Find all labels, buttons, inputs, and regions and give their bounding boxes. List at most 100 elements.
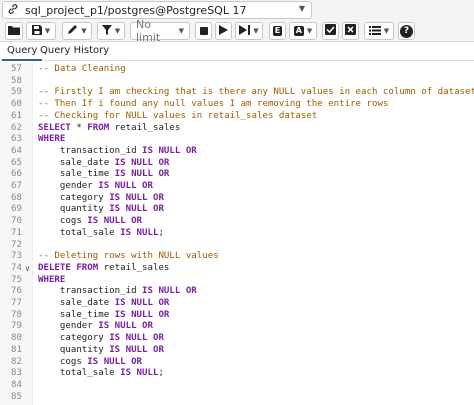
line-number: 60 <box>11 99 22 110</box>
line-number: 65 <box>11 157 22 168</box>
code-text: total_sale IS NULL; <box>38 368 164 380</box>
connection-bar: sql_project_p1/postgres@PostgreSQL 17 ▼ <box>0 0 474 20</box>
code-text: -- Deleting rows with NULL values <box>38 251 219 263</box>
sql-comment: -- Data Cleaning <box>38 64 126 74</box>
sql-comment: -- Firstly I am checking that is there a… <box>38 87 474 98</box>
sql-comment: -- Deleting rows with NULL values <box>38 251 219 262</box>
play-step-icon <box>239 24 251 38</box>
sql-text: cogs <box>38 216 88 227</box>
stop-button[interactable] <box>195 22 212 40</box>
sql-keyword: IS NULL OR <box>109 192 164 203</box>
line-number: 67 <box>11 181 22 191</box>
tab-query-history[interactable]: Query History <box>35 42 114 61</box>
connection-selector[interactable]: sql_project_p1/postgres@PostgreSQL 17 ▼ <box>2 1 312 19</box>
line-number: 66 <box>11 169 22 180</box>
code-text: sale_time IS NULL OR <box>38 309 170 322</box>
sql-keyword: IS NULL OR <box>114 298 170 308</box>
commit-icon <box>325 24 336 38</box>
code-line: 69 quantity IS NULL OR <box>0 204 474 216</box>
sql-keyword: DELETE FROM <box>38 262 99 273</box>
sql-keyword: SELECT <box>38 122 71 133</box>
chevron-down-icon: ▼ <box>81 27 87 35</box>
link-icon <box>7 3 21 18</box>
line-number: 63 <box>11 134 22 145</box>
line-number: 68 <box>11 192 22 203</box>
chevron-down-icon: ▼ <box>306 27 313 35</box>
code-line: 73 -- Deleting rows with NULL values <box>0 251 474 263</box>
save-button[interactable]: ▼ <box>26 22 56 40</box>
sql-keyword: FROM <box>87 122 110 133</box>
code-text: WHERE <box>38 275 65 287</box>
sql-keyword: IS NULL OR <box>114 157 170 168</box>
sql-keyword: IS NULL OR <box>87 216 143 227</box>
code-line: 67 gender IS NULL OR <box>0 181 474 193</box>
code-line: 82 cogs IS NULL OR <box>0 357 474 369</box>
sql-keyword: IS NULL OR <box>109 344 164 355</box>
chevron-down-icon: ▼ <box>114 27 121 35</box>
code-text: transaction_id IS NULL OR <box>38 286 197 298</box>
code-text: sale_date IS NULL OR <box>38 157 170 170</box>
code-text: -- Firstly I am checking that is there a… <box>38 87 474 99</box>
sql-text: * <box>70 122 88 133</box>
filter-button[interactable]: ▼ <box>97 22 125 40</box>
sql-text: sale_date <box>38 298 115 308</box>
help-button[interactable]: ? <box>398 22 415 40</box>
line-number: 74 <box>11 262 22 273</box>
line-number: 69 <box>11 204 22 215</box>
rollback-button[interactable] <box>342 22 359 40</box>
line-number: 70 <box>11 216 22 227</box>
line-number: 83 <box>11 368 22 379</box>
line-number: 81 <box>11 344 22 355</box>
code-line: 71 total_sale IS NULL; <box>0 228 474 240</box>
sql-text: retail_sales <box>109 122 181 133</box>
code-text: -- Then If i found any null values I am … <box>38 99 388 111</box>
sql-text: cogs <box>38 356 88 367</box>
line-number: 79 <box>11 321 22 332</box>
chevron-down-icon: ▼ <box>253 27 259 35</box>
sql-text: total_sale <box>38 227 121 238</box>
code-text: category IS NULL OR <box>38 193 164 205</box>
code-line: 76 transaction_id IS NULL OR <box>0 286 474 298</box>
code-text: sale_date IS NULL OR <box>38 298 170 310</box>
code-text: DELETE FROM retail_sales <box>38 263 169 275</box>
line-number: 77 <box>11 298 22 308</box>
chevron-down-icon: ▼ <box>44 27 51 35</box>
code-line: 77 sale_date IS NULL OR <box>0 298 474 310</box>
macros-button[interactable]: ▼ <box>364 22 394 40</box>
code-line: 83 total_sale IS NULL; <box>0 368 474 380</box>
commit-button[interactable] <box>322 22 339 40</box>
code-text: transaction_id IS NULL OR <box>38 146 197 158</box>
execute-script-button[interactable]: ▼ <box>235 22 263 40</box>
code-text: quantity IS NULL OR <box>38 345 164 357</box>
execute-button[interactable] <box>215 22 232 40</box>
sql-keyword: IS NULL <box>120 227 159 238</box>
code-text: -- Checking for NULL values in retail_sa… <box>38 111 317 123</box>
code-line: 79 gender IS NULL OR <box>0 321 474 333</box>
explain-button[interactable]: E <box>269 22 286 40</box>
code-line: 66 sale_time IS NULL OR <box>0 169 474 181</box>
fold-toggle-icon[interactable]: ∨ <box>25 263 30 275</box>
line-number: 58 <box>11 75 22 86</box>
code-line: 57 -- Data Cleaning <box>0 64 474 76</box>
code-text: category IS NULL OR <box>38 333 164 345</box>
sql-text: quantity <box>38 344 110 355</box>
edit-button[interactable]: ▼ <box>62 22 92 40</box>
line-number: 75 <box>11 274 22 285</box>
sql-text: gender <box>38 321 99 332</box>
help-icon: ? <box>400 24 413 38</box>
code-line: 59 -- Firstly I am checking that is there… <box>0 87 474 99</box>
code-line: 74 ∨ DELETE FROM retail_sales <box>0 263 474 275</box>
code-line: 78 sale_time IS NULL OR <box>0 310 474 322</box>
pen-icon <box>67 24 78 38</box>
sql-keyword: IS NULL OR <box>98 321 153 332</box>
sql-text: quantity <box>38 204 110 215</box>
sql-text: sale_time <box>38 309 115 320</box>
sql-comment: -- Checking for NULL values in retail_sa… <box>38 110 318 121</box>
open-file-button[interactable] <box>5 22 23 40</box>
explain-analyze-button[interactable]: A ▼ <box>289 22 317 40</box>
code-line: 68 category IS NULL OR <box>0 193 474 205</box>
limit-select[interactable]: No limit ▼ <box>130 18 190 44</box>
code-line: 85 <box>0 392 474 404</box>
chevron-down-icon: ▼ <box>383 27 390 35</box>
sql-editor[interactable]: 57 -- Data Cleaning 58 59 -- Firstly I am ch… <box>0 62 474 405</box>
